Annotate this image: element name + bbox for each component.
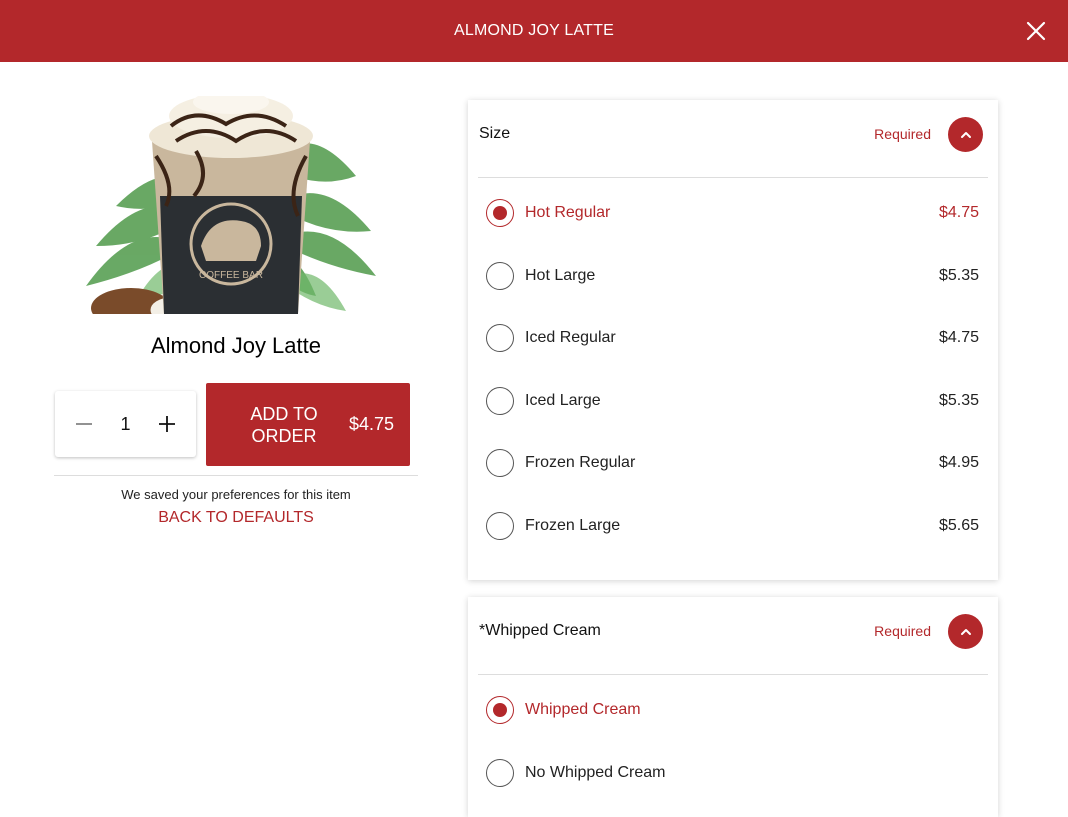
option-label: Iced Regular <box>525 329 616 346</box>
page-title: ALMOND JOY LATTE <box>454 22 614 39</box>
cup-logo-text: COFFEE BAR <box>199 270 263 281</box>
size-card-title: Size <box>479 125 511 142</box>
option-label: Frozen Regular <box>525 454 636 471</box>
product-image: COFFEE BAR <box>76 90 386 328</box>
whipped-card-header: *Whipped Cream Required <box>478 597 988 675</box>
radio-button[interactable] <box>486 261 514 290</box>
option-label: Whipped Cream <box>525 701 641 718</box>
option-price: $4.75 <box>938 204 979 221</box>
add-to-order-button[interactable]: ADD TO ORDER $4.75 <box>206 383 410 466</box>
size-option-frozen-large[interactable]: Frozen Large $5.65 <box>486 494 979 557</box>
option-price: $5.35 <box>938 391 979 409</box>
decrease-quantity-button[interactable] <box>71 411 97 437</box>
quantity-value: 1 <box>120 413 131 434</box>
collapse-whipped-button[interactable] <box>948 614 983 649</box>
radio-button[interactable] <box>486 449 514 477</box>
size-option-hot-regular[interactable]: Hot Regular $4.75 <box>486 181 979 244</box>
size-options-card: Size Required Hot Regular $4.75 Hot Larg… <box>468 100 998 580</box>
chevron-up-icon <box>960 628 971 635</box>
size-card-header: Size Required <box>478 100 988 178</box>
divider <box>54 475 418 476</box>
whipped-option-no-whipped-cream[interactable]: No Whipped Cream <box>486 741 979 804</box>
option-label: Frozen Large <box>525 516 621 534</box>
close-icon <box>1026 21 1046 41</box>
quantity-stepper: 1 <box>55 391 196 457</box>
size-option-hot-large[interactable]: Hot Large $5.35 <box>486 244 979 307</box>
radio-button[interactable] <box>486 199 514 227</box>
whipped-cream-options-card: *Whipped Cream Required Whipped Cream No… <box>468 597 998 817</box>
option-price: $4.75 <box>938 329 979 346</box>
required-label: Required <box>874 126 931 142</box>
whipped-option-whipped-cream[interactable]: Whipped Cream <box>486 678 979 741</box>
option-label: Iced Large <box>525 391 601 409</box>
option-label: No Whipped Cream <box>525 763 666 781</box>
option-label: Hot Regular <box>525 204 611 221</box>
whipped-card-title: *Whipped Cream <box>479 622 601 639</box>
add-to-order-price: $4.75 <box>348 414 394 434</box>
option-price: $5.35 <box>938 266 979 284</box>
chevron-up-icon <box>960 131 971 138</box>
header-bar: ALMOND JOY LATTE <box>0 0 1068 62</box>
radio-button[interactable] <box>486 324 514 352</box>
radio-button[interactable] <box>486 386 514 415</box>
radio-button[interactable] <box>486 696 514 724</box>
product-name: Almond Joy Latte <box>151 333 321 358</box>
back-to-defaults-link[interactable]: BACK TO DEFAULTS <box>54 509 418 527</box>
preferences-note: We saved your preferences for this item <box>121 487 351 502</box>
minus-icon <box>76 423 92 425</box>
size-option-iced-regular[interactable]: Iced Regular $4.75 <box>486 306 979 369</box>
option-price: $5.65 <box>938 516 979 534</box>
radio-button[interactable] <box>486 758 514 787</box>
size-option-frozen-regular[interactable]: Frozen Regular $4.95 <box>486 431 979 494</box>
close-button[interactable] <box>1024 19 1048 43</box>
required-label: Required <box>874 623 931 639</box>
size-option-iced-large[interactable]: Iced Large $5.35 <box>486 369 979 432</box>
radio-button[interactable] <box>486 511 514 540</box>
option-label: Hot Large <box>525 266 596 284</box>
plus-icon <box>158 416 175 432</box>
option-price: $4.95 <box>938 454 979 471</box>
collapse-size-button[interactable] <box>948 117 983 152</box>
add-to-order-label: ADD TO ORDER <box>250 403 318 446</box>
increase-quantity-button[interactable] <box>154 411 180 437</box>
